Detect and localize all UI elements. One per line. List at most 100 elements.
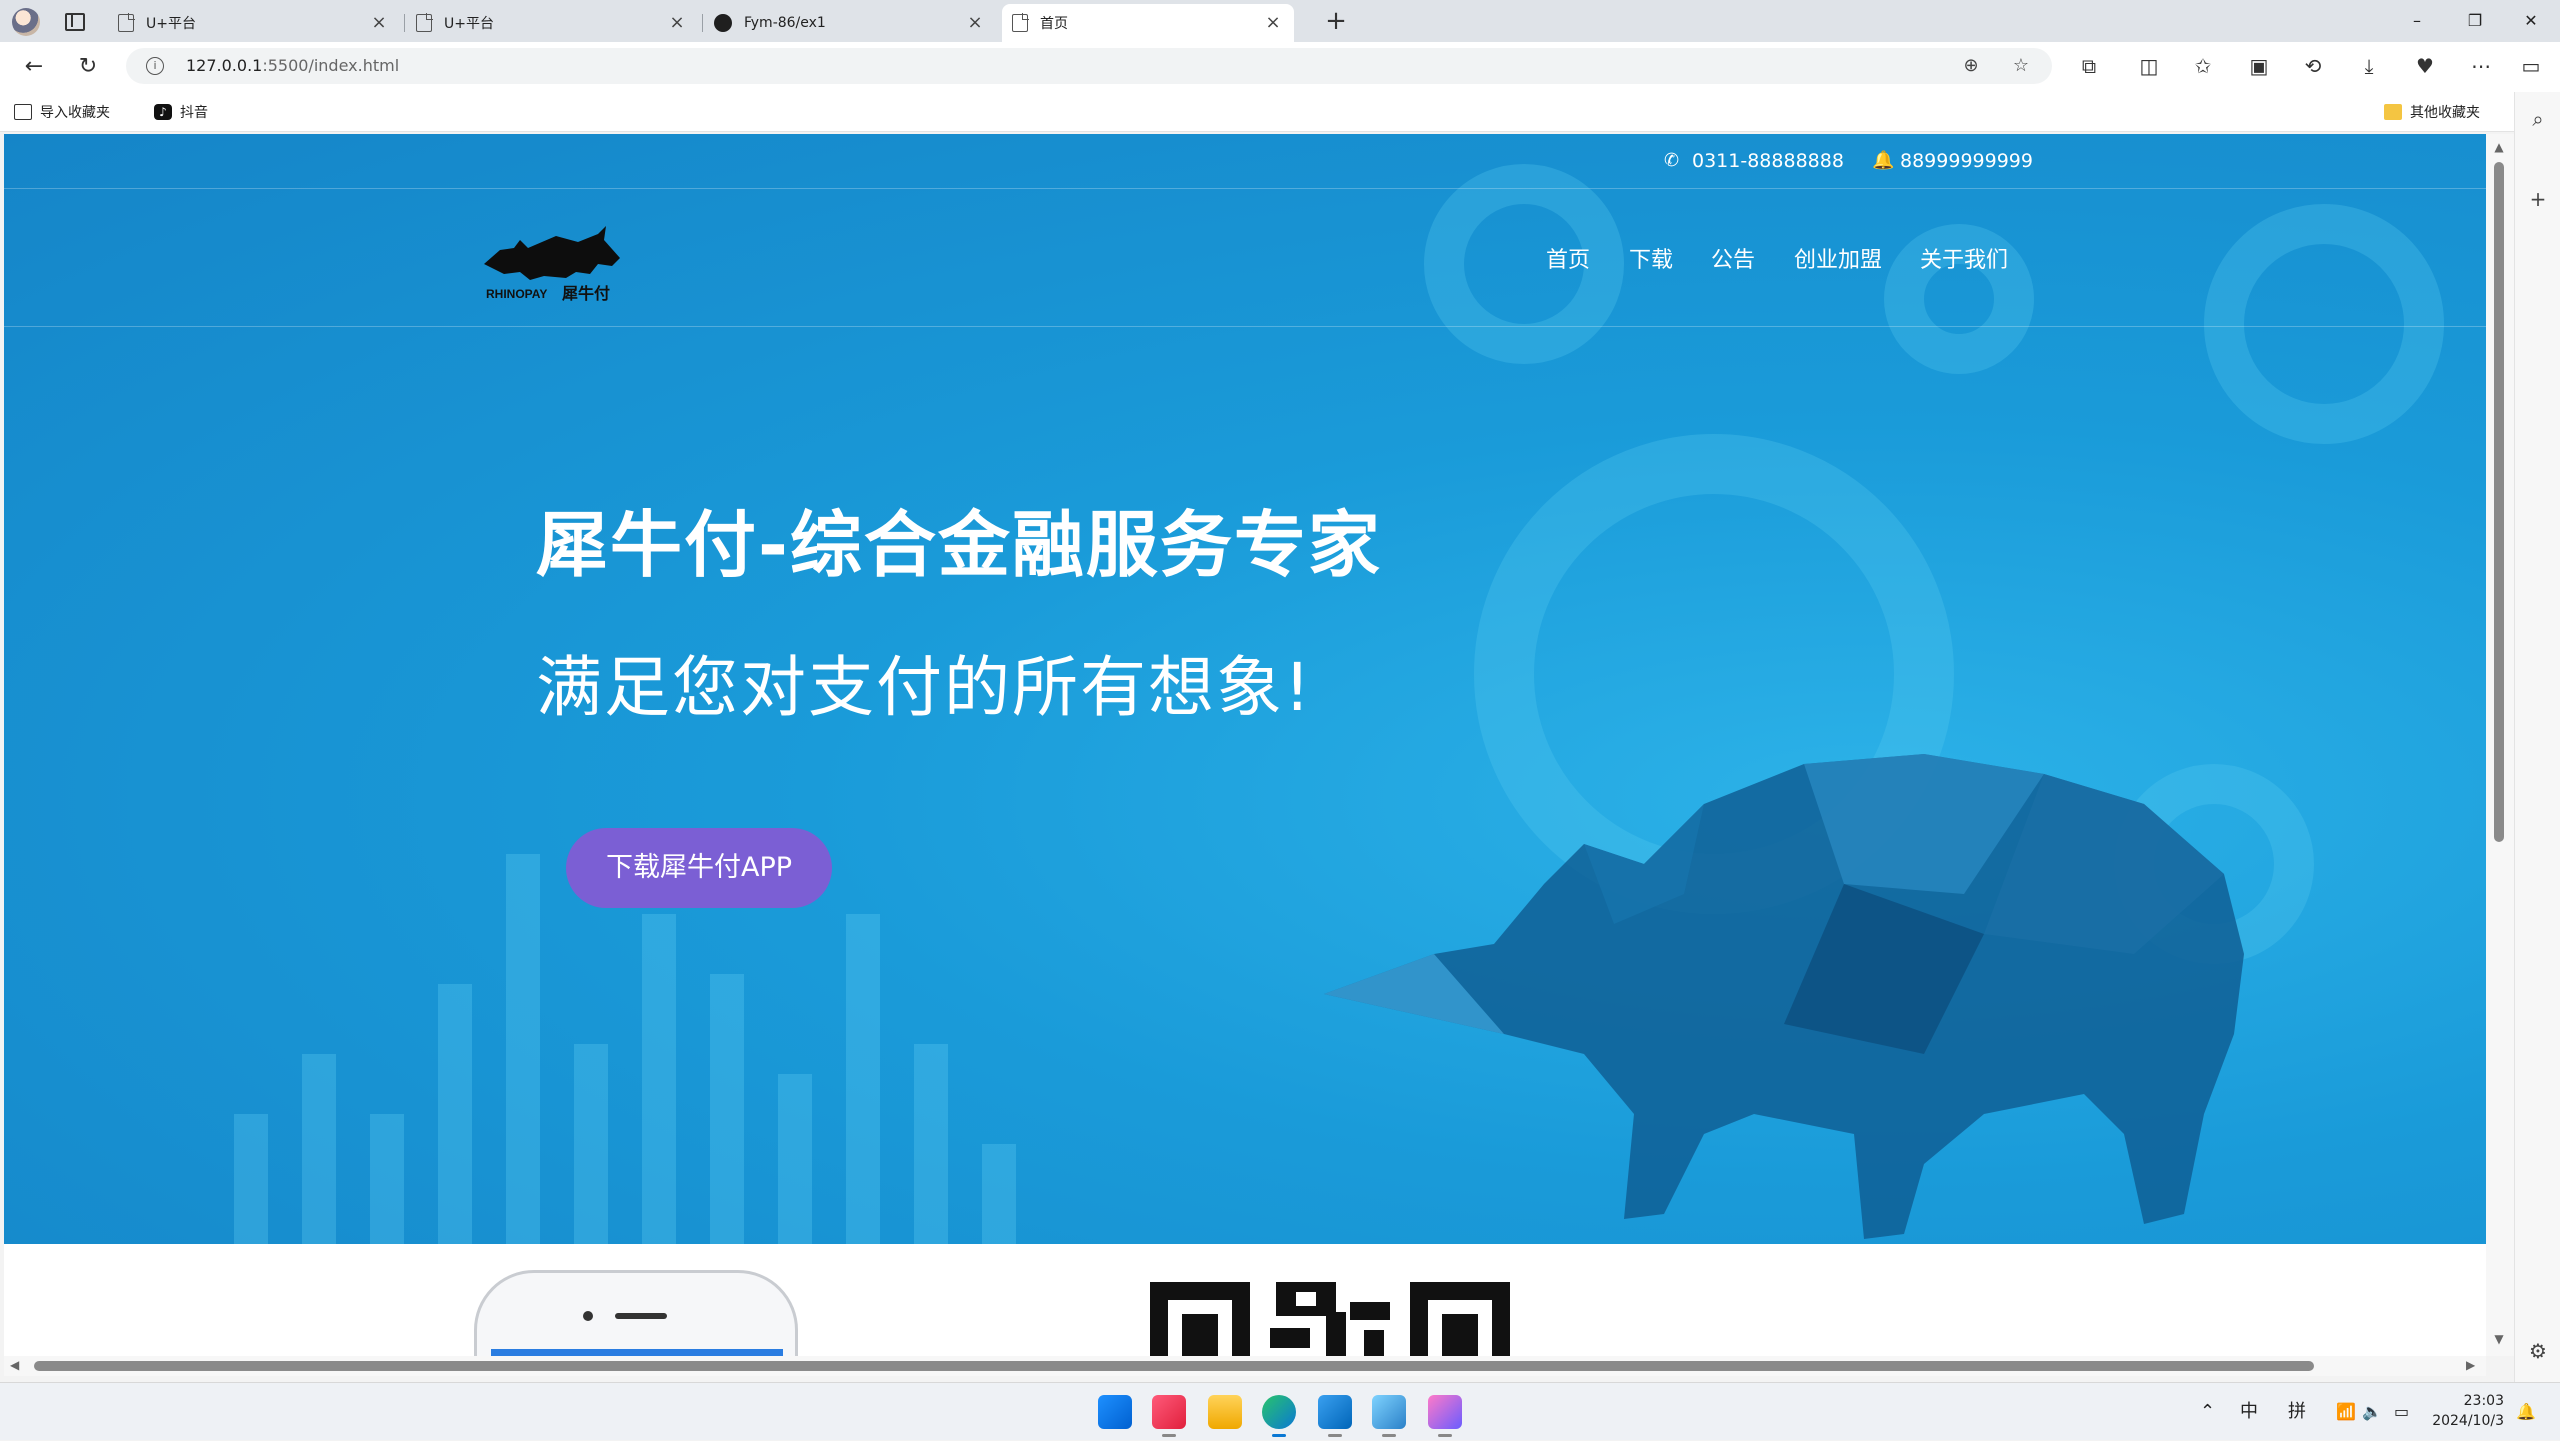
downloads-icon[interactable]: ⤓ [2354, 51, 2384, 81]
scroll-thumb[interactable] [34, 1361, 2314, 1371]
page-icon [416, 13, 433, 32]
close-tab-icon[interactable]: × [1262, 12, 1284, 34]
tab-2[interactable]: U+平台 × [406, 4, 698, 42]
ime-mode[interactable]: 拼 [2288, 1383, 2306, 1441]
vscode-icon[interactable] [1318, 1395, 1352, 1437]
nav-download[interactable]: 下载 [1629, 242, 1673, 274]
phone-icon: ✆ [1664, 150, 1680, 171]
qq-number: 88999999999 [1900, 150, 2033, 172]
zoom-icon[interactable]: ⊕ [1960, 55, 1982, 77]
horizontal-scrollbar[interactable]: ◀ ▶ [4, 1356, 2486, 1376]
tray-overflow-icon[interactable]: ⌃ [2200, 1383, 2215, 1441]
tab-actions-icon[interactable] [62, 10, 86, 32]
favorite-douyin[interactable]: ♪ 抖音 [154, 100, 208, 124]
more-menu-icon[interactable]: ⋯ [2466, 51, 2496, 81]
sidebar-toggle-icon[interactable]: ▭ [2516, 51, 2546, 81]
ime-language[interactable]: 中 [2240, 1383, 2258, 1441]
scroll-down-icon[interactable]: ▼ [2492, 1332, 2506, 1346]
tab-4-active[interactable]: 首页 × [1002, 4, 1294, 42]
phone-mockup [474, 1270, 798, 1356]
battery-icon[interactable]: ▭ [2394, 1383, 2409, 1441]
phone-number: 0311-88888888 [1692, 150, 1844, 172]
windows-taskbar: ⌃ 中 拼 📶 🔈 ▭ 23:03 2024/10/3 🔔 [0, 1382, 2560, 1440]
tab-separator [702, 14, 703, 32]
settings-gear-icon[interactable]: ⚙ [2525, 1338, 2551, 1364]
decor-circle [1424, 164, 1624, 364]
new-tab-button[interactable]: + [1320, 6, 1352, 38]
file-explorer-icon[interactable] [1208, 1395, 1242, 1429]
windows-start-icon[interactable] [1098, 1395, 1132, 1429]
nav-divider [4, 326, 2486, 327]
music-app-icon[interactable] [1152, 1395, 1186, 1437]
favorites-icon[interactable]: ✩ [2188, 51, 2218, 81]
favorite-star-icon[interactable]: ☆ [2010, 55, 2032, 77]
url-text[interactable]: 127.0.0.1:5500/index.html [186, 48, 399, 84]
page-icon [118, 13, 135, 32]
address-toolbar: ← ↻ i 127.0.0.1:5500/index.html ⊕ ☆ ⧉ ◫ … [0, 42, 2560, 92]
scroll-thumb[interactable] [2494, 162, 2504, 842]
favorite-import[interactable]: 导入收藏夹 [14, 100, 110, 124]
scroll-up-icon[interactable]: ▲ [2492, 140, 2506, 154]
add-icon[interactable]: + [2525, 186, 2551, 212]
split-screen-icon[interactable]: ◫ [2134, 51, 2164, 81]
rhinopay-logo[interactable]: RHINOPAY 犀牛付 [480, 214, 626, 306]
import-icon [14, 104, 32, 120]
close-tab-icon[interactable]: × [964, 12, 986, 34]
nav-franchise[interactable]: 创业加盟 [1794, 242, 1882, 274]
folder-icon [2384, 104, 2402, 120]
tab-strip: U+平台 × U+平台 × Fym-86/ex1 × 首页 × + – ❐ ✕ [0, 0, 2560, 42]
nav-about[interactable]: 关于我们 [1920, 242, 2008, 274]
page-viewport: ✆ 0311-88888888 🔔 88999999999 RHINOPAY 犀… [4, 134, 2486, 1356]
close-window-button[interactable]: ✕ [2502, 0, 2560, 42]
page-icon [1012, 13, 1029, 32]
tiktok-icon: ♪ [154, 104, 172, 120]
minimize-button[interactable]: – [2388, 0, 2446, 42]
edge-browser-icon[interactable] [1262, 1395, 1296, 1437]
extensions-icon[interactable]: ⧉ [2074, 51, 2104, 81]
history-icon[interactable]: ⟲ [2298, 51, 2328, 81]
header-divider [4, 188, 2486, 189]
system-clock[interactable]: 23:03 2024/10/3 [2430, 1391, 2504, 1431]
scroll-right-icon[interactable]: ▶ [2466, 1358, 2475, 1372]
favorite-label: 抖音 [180, 105, 208, 121]
tab-1[interactable]: U+平台 × [108, 4, 400, 42]
contact-qq: 🔔 88999999999 [1872, 148, 2033, 174]
favorite-label: 导入收藏夹 [40, 105, 110, 121]
profile-avatar[interactable] [12, 8, 40, 36]
browser-essentials-icon[interactable]: ♥ [2410, 51, 2440, 81]
refresh-icon[interactable]: ↻ [72, 51, 104, 83]
close-tab-icon[interactable]: × [368, 12, 390, 34]
search-icon[interactable]: ⌕ [2525, 106, 2551, 132]
notification-bell-icon[interactable]: 🔔 [2516, 1383, 2536, 1441]
rhino-illustration [1324, 754, 2244, 1239]
nav-notice[interactable]: 公告 [1711, 242, 1755, 274]
phone-speaker [615, 1313, 667, 1319]
address-bar[interactable]: i 127.0.0.1:5500/index.html ⊕ ☆ [126, 48, 2052, 84]
nav-home[interactable]: 首页 [1546, 242, 1590, 274]
wifi-icon[interactable]: 📶 [2336, 1383, 2356, 1441]
site-info-icon[interactable]: i [146, 57, 164, 75]
phone-screen [491, 1349, 783, 1356]
close-tab-icon[interactable]: × [666, 12, 688, 34]
vertical-scrollbar[interactable]: ▲ ▼ [2486, 134, 2514, 1356]
tool-app-icon[interactable] [1372, 1395, 1406, 1437]
back-icon[interactable]: ← [18, 51, 50, 83]
tab-title: U+平台 [146, 16, 196, 32]
decor-bars [234, 854, 1016, 1244]
scroll-left-icon[interactable]: ◀ [10, 1358, 19, 1372]
other-favorites[interactable]: 其他收藏夹 [2384, 100, 2480, 124]
qr-code [1150, 1282, 1510, 1356]
ai-app-icon[interactable] [1428, 1395, 1462, 1437]
tab-title: U+平台 [444, 16, 494, 32]
collections-icon[interactable]: ▣ [2244, 51, 2274, 81]
github-icon [714, 14, 732, 32]
other-favorites-label: 其他收藏夹 [2410, 105, 2480, 121]
restore-button[interactable]: ❐ [2446, 0, 2504, 42]
clock-date: 2024/10/3 [2432, 1413, 2504, 1429]
download-app-button[interactable]: 下载犀牛付APP [566, 828, 832, 908]
contact-phone: ✆ 0311-88888888 [1664, 148, 1844, 174]
tab-3[interactable]: Fym-86/ex1 × [704, 4, 996, 42]
logo-text-cn: 犀牛付 [561, 284, 610, 303]
volume-icon[interactable]: 🔈 [2362, 1383, 2382, 1441]
tab-title: 首页 [1040, 16, 1068, 32]
